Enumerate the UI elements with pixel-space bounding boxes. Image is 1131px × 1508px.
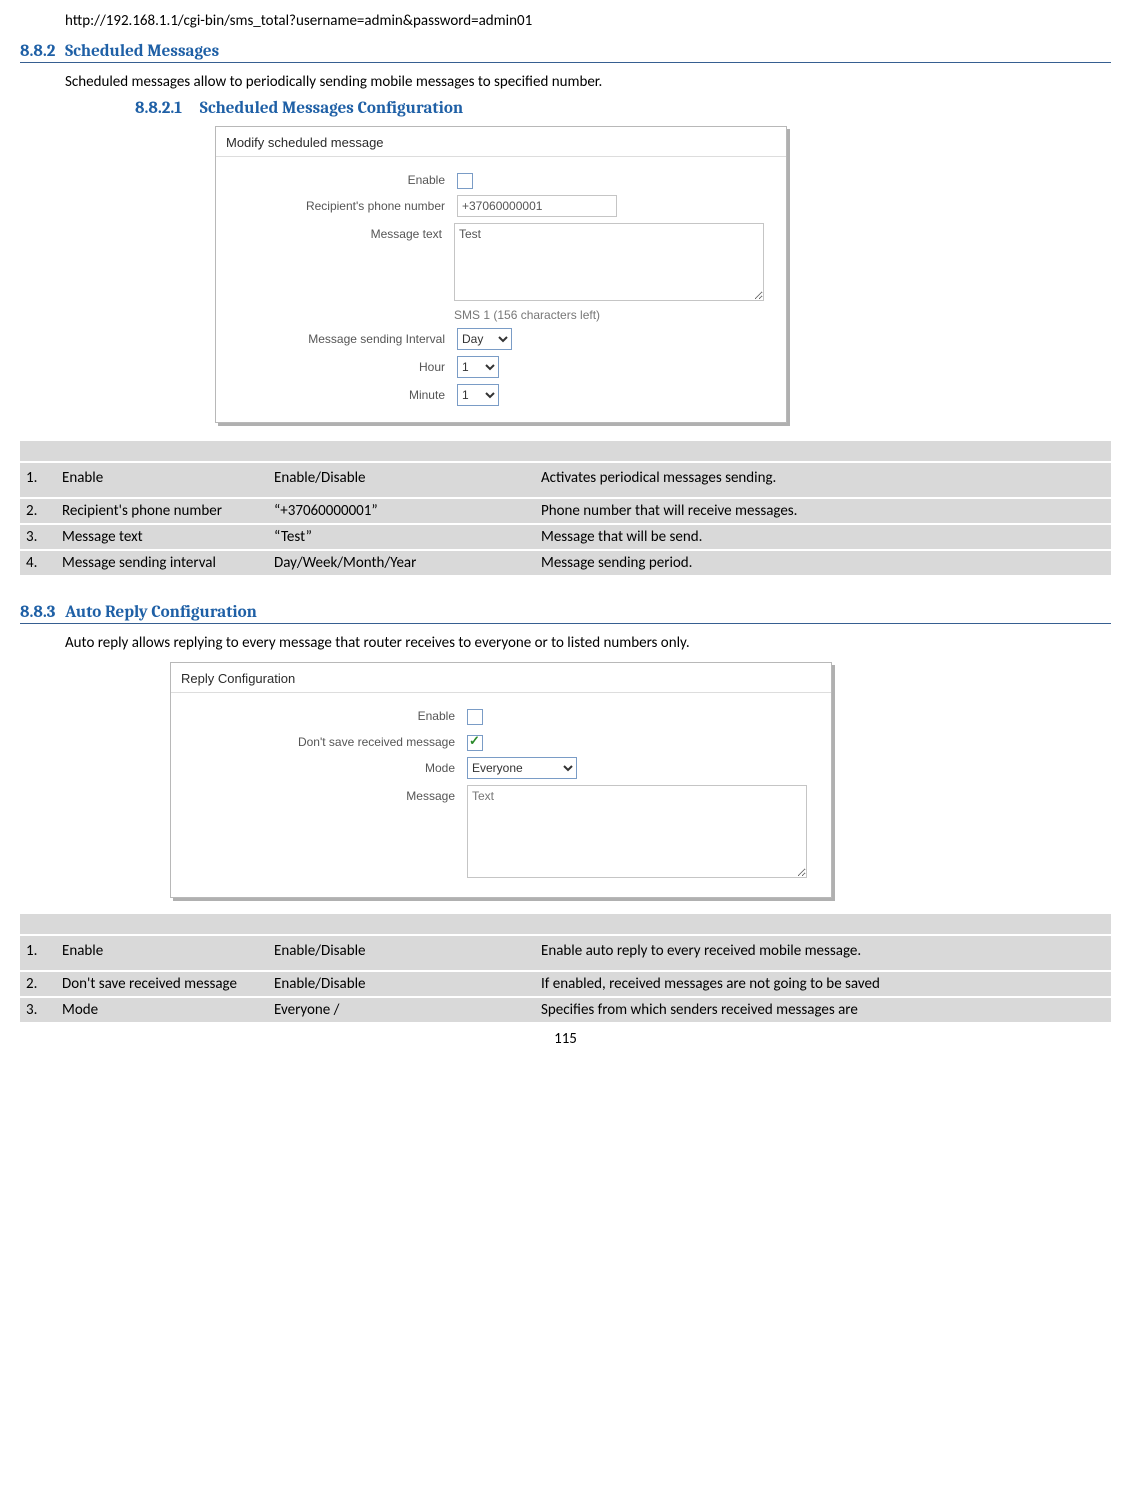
sec-882-text: Scheduled messages allow to periodically…: [65, 73, 1111, 91]
cell-name: Mode: [56, 997, 268, 1022]
cell-name: Enable: [56, 462, 268, 498]
enable-label: Enable: [175, 705, 467, 723]
cell-desc: Message that will be send.: [535, 524, 1111, 550]
table-autoreply-params: 1. Enable Enable/Disable Enable auto rep…: [20, 914, 1111, 1022]
fig2-title: Reply Configuration: [171, 663, 831, 692]
cell-num: 1.: [20, 462, 56, 498]
example-url: http://192.168.1.1/cgi-bin/sms_total?use…: [65, 10, 1111, 30]
cell-val: Everyone /: [268, 997, 535, 1022]
reply-message-input[interactable]: [467, 785, 807, 878]
sectitle: Scheduled Messages Configuration: [200, 99, 463, 118]
cell-name: Recipient's phone number: [56, 498, 268, 524]
table-row: 3. Mode Everyone / Specifies from which …: [20, 997, 1111, 1022]
minute-label: Minute: [220, 384, 457, 402]
secnum: 8.8.2.1: [135, 99, 182, 118]
minute-select[interactable]: 1: [457, 384, 499, 406]
sectitle: Scheduled Messages: [65, 42, 219, 61]
interval-select[interactable]: Day: [457, 328, 512, 350]
cell-name: Message text: [56, 524, 268, 550]
hour-select[interactable]: 1: [457, 356, 499, 378]
secnum: 8.8.3: [20, 603, 55, 622]
message-label: Message: [175, 785, 467, 803]
cell-val: Enable/Disable: [268, 935, 535, 971]
mode-select[interactable]: Everyone: [467, 757, 577, 779]
chars-left-hint: SMS 1 (156 characters left): [454, 308, 764, 322]
figure-modify-scheduled-message: Modify scheduled message Enable Recipien…: [215, 126, 787, 423]
recipient-label: Recipient's phone number: [220, 195, 457, 213]
cell-val: Enable/Disable: [268, 971, 535, 997]
cell-name: Enable: [56, 935, 268, 971]
cell-num: 1.: [20, 935, 56, 971]
cell-val: Enable/Disable: [268, 462, 535, 498]
sec-883-text: Auto reply allows replying to every mess…: [65, 634, 1111, 652]
table-scheduled-params: 1. Enable Enable/Disable Activates perio…: [20, 441, 1111, 575]
dontsave-checkbox[interactable]: [467, 735, 483, 751]
enable-label: Enable: [220, 169, 457, 187]
reply-enable-checkbox[interactable]: [467, 709, 483, 725]
enable-checkbox[interactable]: [457, 173, 473, 189]
sectitle: Auto Reply Configuration: [65, 603, 257, 622]
message-text-label: Message text: [220, 223, 454, 241]
hour-label: Hour: [220, 356, 457, 374]
cell-val: “Test”: [268, 524, 535, 550]
recipient-input[interactable]: [457, 195, 617, 217]
dontsave-label: Don't save received message: [175, 731, 467, 749]
secnum: 8.8.2: [20, 42, 55, 61]
cell-desc: Enable auto reply to every received mobi…: [535, 935, 1111, 971]
cell-num: 3.: [20, 997, 56, 1022]
heading-882: 8.8.2 Scheduled Messages: [20, 42, 1111, 63]
cell-num: 2.: [20, 971, 56, 997]
cell-name: Message sending interval: [56, 550, 268, 575]
cell-num: 2.: [20, 498, 56, 524]
page-number: 115: [20, 1030, 1111, 1048]
mode-label: Mode: [175, 757, 467, 775]
figure-reply-configuration: Reply Configuration Enable Don't save re…: [170, 662, 832, 898]
heading-8821: 8.8.2.1 Scheduled Messages Configuration: [135, 99, 1111, 118]
cell-desc: If enabled, received messages are not go…: [535, 971, 1111, 997]
cell-desc: Specifies from which senders received me…: [535, 997, 1111, 1022]
table-row: 1. Enable Enable/Disable Activates perio…: [20, 462, 1111, 498]
table-row: 1. Enable Enable/Disable Enable auto rep…: [20, 935, 1111, 971]
fig1-title: Modify scheduled message: [216, 127, 786, 156]
cell-num: 3.: [20, 524, 56, 550]
table-row: 3. Message text “Test” Message that will…: [20, 524, 1111, 550]
heading-883: 8.8.3 Auto Reply Configuration: [20, 603, 1111, 624]
cell-desc: Activates periodical messages sending.: [535, 462, 1111, 498]
table-row: 2. Don't save received message Enable/Di…: [20, 971, 1111, 997]
cell-val: Day/Week/Month/Year: [268, 550, 535, 575]
table-row: 2. Recipient's phone number “+3706000000…: [20, 498, 1111, 524]
interval-label: Message sending Interval: [220, 328, 457, 346]
table-row: 4. Message sending interval Day/Week/Mon…: [20, 550, 1111, 575]
cell-desc: Phone number that will receive messages.: [535, 498, 1111, 524]
cell-num: 4.: [20, 550, 56, 575]
cell-desc: Message sending period.: [535, 550, 1111, 575]
cell-val: “+37060000001”: [268, 498, 535, 524]
message-text-input[interactable]: [454, 223, 764, 301]
cell-name: Don't save received message: [56, 971, 268, 997]
